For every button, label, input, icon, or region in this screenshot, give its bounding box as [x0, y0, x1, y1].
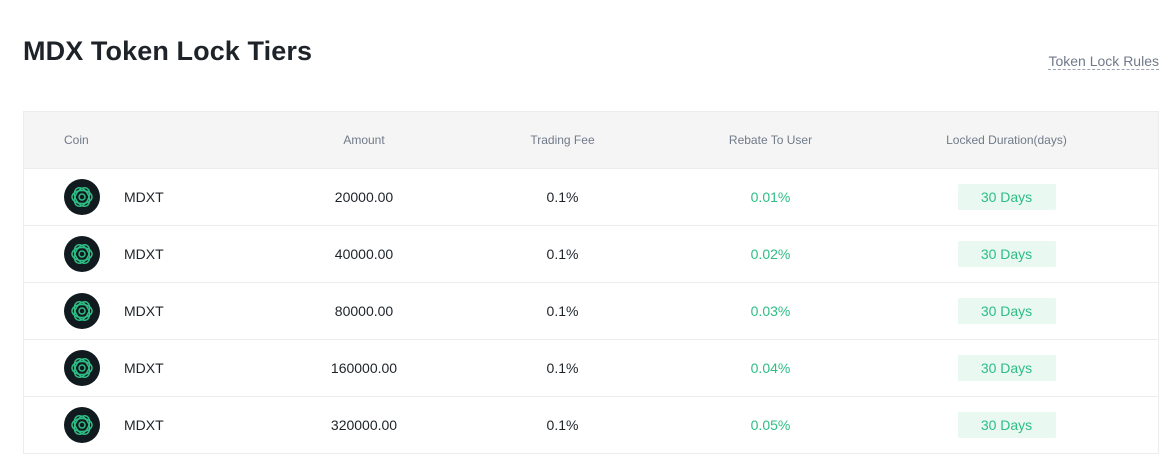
mdx-coin-icon	[64, 179, 100, 215]
mdx-coin-icon	[64, 293, 100, 329]
coin-name: MDXT	[124, 360, 164, 376]
header-coin: Coin	[64, 133, 89, 147]
duration-badge: 30 Days	[957, 298, 1056, 324]
table-row: MDXT 160000.00 0.1% 0.04% 30 Days	[24, 340, 1158, 397]
duration-cell: 30 Days	[855, 241, 1158, 267]
mdx-coin-icon	[64, 350, 100, 386]
token-lock-rules-link[interactable]: Token Lock Rules	[1048, 53, 1159, 70]
rebate-cell: 0.04%	[750, 360, 791, 376]
mdx-coin-icon	[64, 236, 100, 272]
coin-name: MDXT	[124, 246, 164, 262]
coin-cell: MDXT	[24, 236, 289, 272]
trading-fee-cell: 0.1%	[546, 246, 579, 262]
coin-cell: MDXT	[24, 179, 289, 215]
duration-badge: 30 Days	[957, 355, 1056, 381]
amount-cell: 40000.00	[334, 246, 394, 262]
coin-cell: MDXT	[24, 293, 289, 329]
trading-fee-cell: 0.1%	[546, 189, 579, 205]
header-rebate: Rebate To User	[728, 133, 813, 147]
header-amount: Amount	[343, 133, 385, 147]
page-title: MDX Token Lock Tiers	[23, 36, 313, 66]
header-trading-fee: Trading Fee	[530, 133, 595, 147]
table-row: MDXT 320000.00 0.1% 0.05% 30 Days	[24, 397, 1158, 454]
table-row: MDXT 40000.00 0.1% 0.02% 30 Days	[24, 226, 1158, 283]
rebate-cell: 0.02%	[750, 246, 791, 262]
table-row: MDXT 20000.00 0.1% 0.01% 30 Days	[24, 169, 1158, 226]
amount-cell: 80000.00	[334, 303, 394, 319]
table-header-row: Coin Amount Trading Fee Rebate To User L…	[24, 112, 1158, 169]
coin-cell: MDXT	[24, 350, 289, 386]
duration-cell: 30 Days	[855, 184, 1158, 210]
amount-cell: 320000.00	[330, 417, 398, 433]
duration-cell: 30 Days	[855, 412, 1158, 438]
token-lock-tiers-page: MDX Token Lock Tiers Token Lock Rules Co…	[0, 0, 1168, 464]
header-locked-duration: Locked Duration(days)	[946, 133, 1067, 147]
rebate-cell: 0.05%	[750, 417, 791, 433]
coin-name: MDXT	[124, 189, 164, 205]
trading-fee-cell: 0.1%	[546, 303, 579, 319]
trading-fee-cell: 0.1%	[546, 360, 579, 376]
duration-badge: 30 Days	[957, 184, 1056, 210]
duration-badge: 30 Days	[957, 412, 1056, 438]
table-row: MDXT 80000.00 0.1% 0.03% 30 Days	[24, 283, 1158, 340]
tiers-table: Coin Amount Trading Fee Rebate To User L…	[23, 111, 1159, 454]
amount-cell: 20000.00	[334, 189, 394, 205]
duration-cell: 30 Days	[855, 355, 1158, 381]
rebate-cell: 0.01%	[750, 189, 791, 205]
mdx-coin-icon	[64, 407, 100, 443]
duration-cell: 30 Days	[855, 298, 1158, 324]
coin-cell: MDXT	[24, 407, 289, 443]
trading-fee-cell: 0.1%	[546, 417, 579, 433]
coin-name: MDXT	[124, 417, 164, 433]
coin-name: MDXT	[124, 303, 164, 319]
amount-cell: 160000.00	[330, 360, 398, 376]
rebate-cell: 0.03%	[750, 303, 791, 319]
duration-badge: 30 Days	[957, 241, 1056, 267]
